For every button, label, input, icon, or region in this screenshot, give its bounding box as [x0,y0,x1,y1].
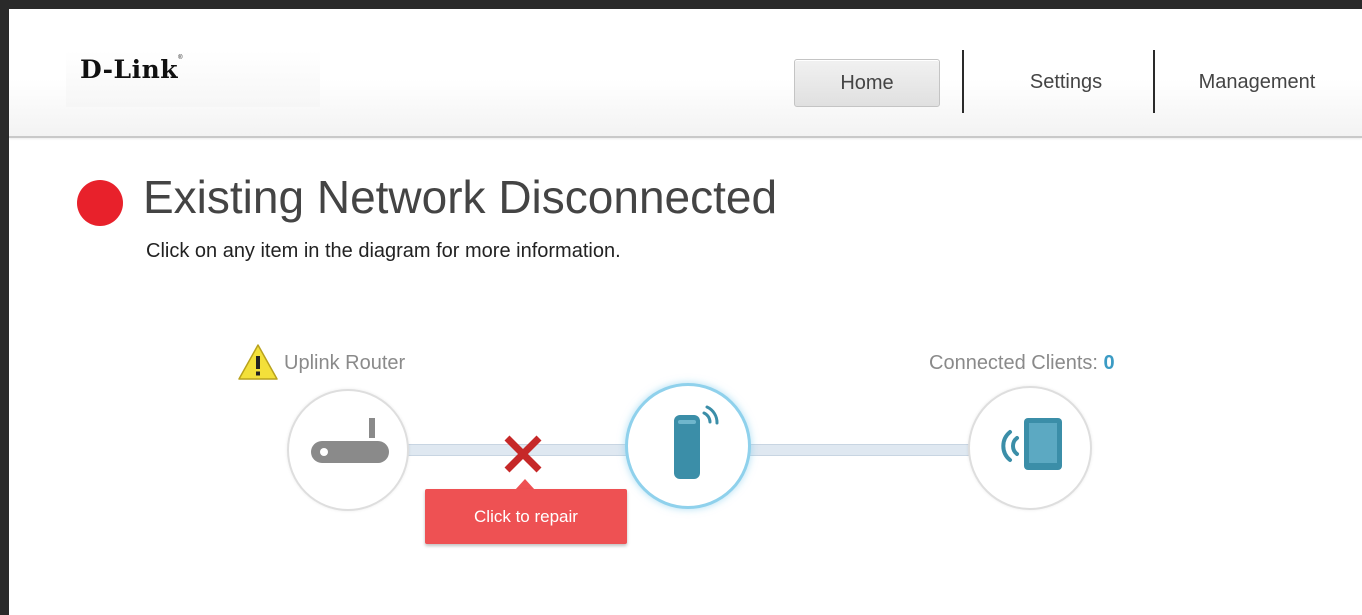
connected-clients-count: 0 [1103,352,1115,374]
client-connection-line [749,444,970,456]
connected-clients-label: Connected Clients: 0 [929,352,1115,374]
connected-clients-node[interactable] [968,386,1092,510]
status-indicator-dot [77,180,123,226]
nav-divider [1153,50,1155,113]
registered-mark: ® [178,54,184,61]
dlink-logo: D-Link® [80,54,184,84]
warning-triangle-icon [238,344,278,380]
page-title: Existing Network Disconnected [143,171,778,223]
uplink-router-node[interactable] [287,389,409,511]
tablet-wireless-icon [1001,418,1062,470]
router-icon [311,418,389,463]
nav-divider [962,50,964,113]
top-navigation-bar: D-Link® Home Settings Management [9,9,1362,138]
nav-settings-tab[interactable]: Settings [975,59,1157,105]
click-to-repair-button[interactable]: Click to repair [425,489,627,544]
extender-device-icon [674,405,719,479]
nav-home-tab[interactable]: Home [794,59,940,107]
page-subtitle: Click on any item in the diagram for mor… [146,240,621,262]
nav-management-tab[interactable]: Management [1169,59,1345,105]
brand-logo-area: D-Link® [66,51,320,107]
disconnected-x-icon[interactable] [502,433,544,475]
uplink-router-label: Uplink Router [284,352,406,374]
extender-node[interactable] [625,383,751,509]
